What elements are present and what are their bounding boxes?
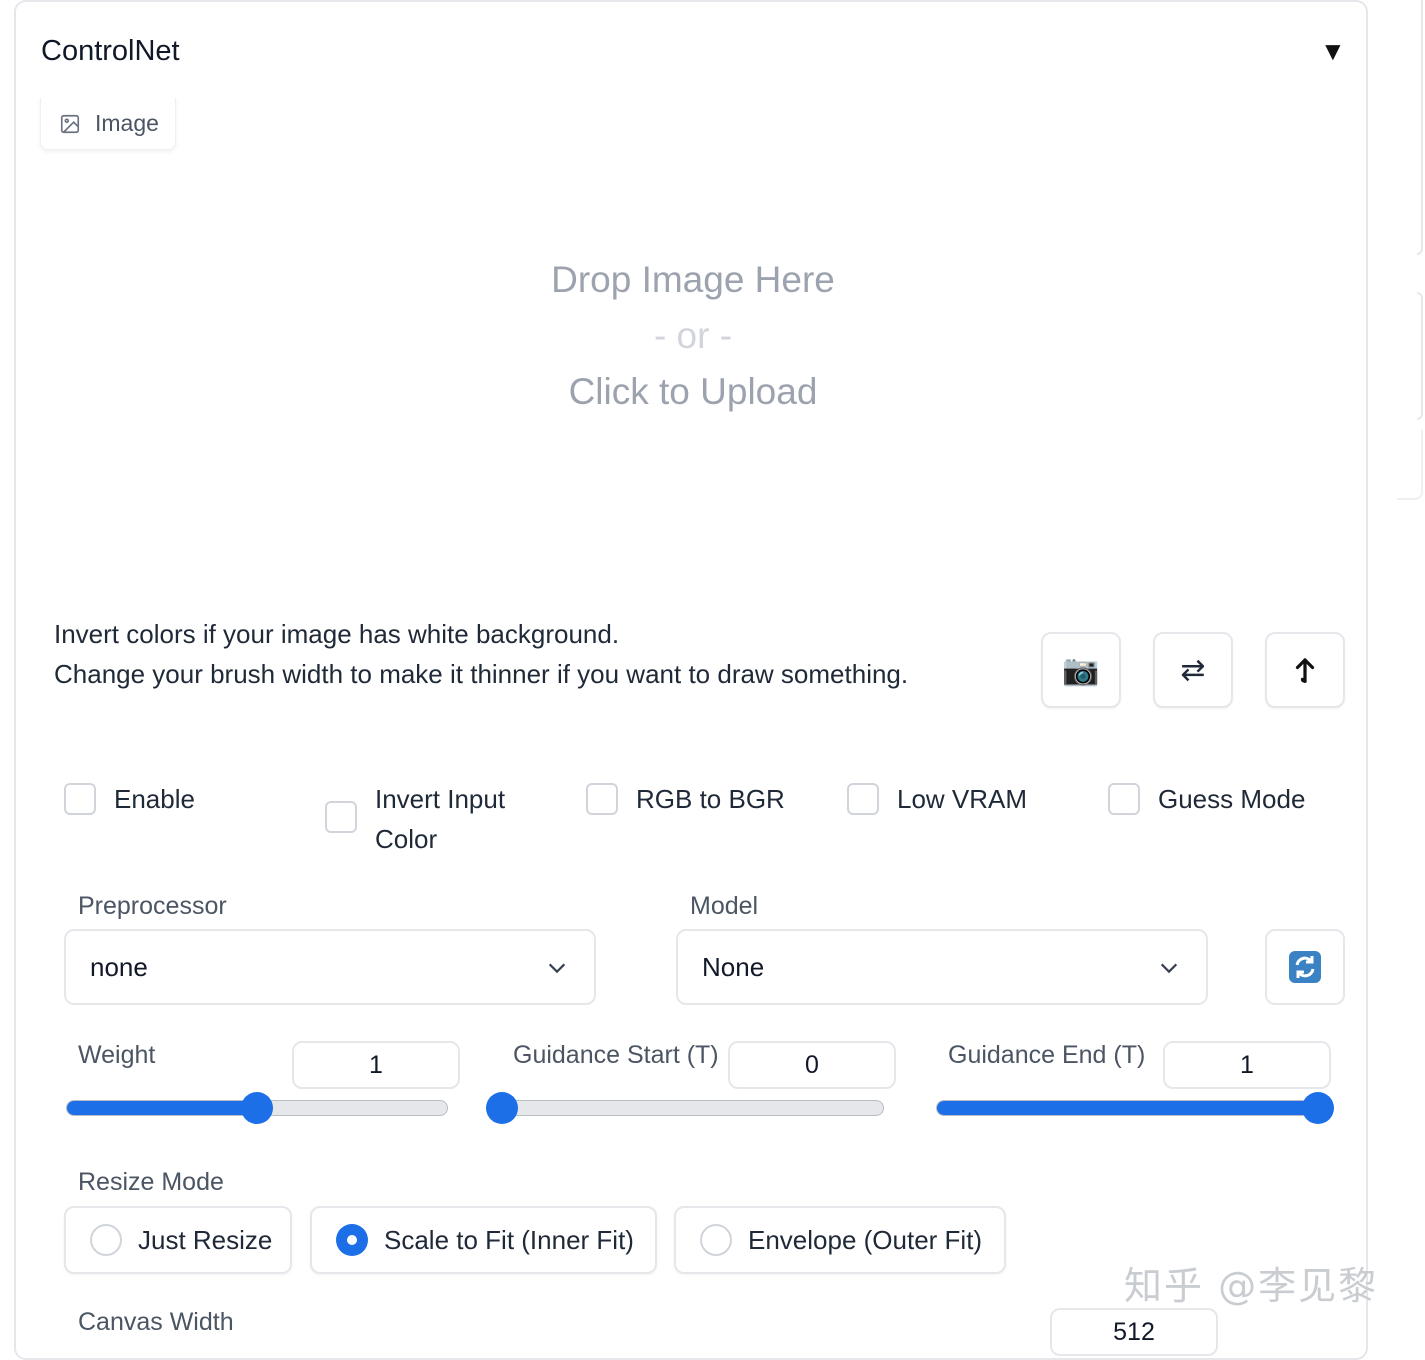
hint-text: Invert colors if your image has white ba…	[54, 619, 909, 689]
send-up-button[interactable]	[1265, 632, 1345, 708]
guidance-start-slider-handle[interactable]	[486, 1092, 518, 1124]
guidance-end-slider-handle[interactable]	[1302, 1092, 1334, 1124]
resize-mode-label: Resize Mode	[78, 1168, 224, 1196]
watermark-text: 知乎 @李见黎	[1124, 1264, 1379, 1308]
up-arrow-icon	[1295, 658, 1315, 683]
guidance-end-slider[interactable]	[936, 1100, 1320, 1116]
tab-image-label: Image	[95, 110, 159, 136]
refresh-models-button[interactable]	[1265, 929, 1345, 1005]
enable-checkbox[interactable]: Enable	[64, 779, 195, 819]
tab-image[interactable]: Image	[40, 98, 176, 150]
camera-button[interactable]: 📷	[1041, 632, 1121, 708]
camera-icon: 📷	[1062, 653, 1100, 687]
collapse-triangle-icon[interactable]: ▼	[1320, 38, 1346, 64]
chevron-down-icon	[548, 963, 566, 974]
guidance-start-label: Guidance Start (T)	[513, 1041, 719, 1069]
weight-number-input[interactable]: 1	[292, 1041, 460, 1089]
weight-label: Weight	[78, 1041, 156, 1069]
guidance-start-slider[interactable]	[500, 1100, 884, 1116]
chevron-down-icon	[1160, 963, 1178, 974]
drop-text: Drop Image Here	[551, 259, 835, 300]
guidance-end-number-input[interactable]: 1	[1163, 1041, 1331, 1089]
panel-title[interactable]: ControlNet	[41, 35, 180, 68]
right-edge-panels	[1397, 0, 1425, 1338]
preprocessor-label: Preprocessor	[78, 892, 227, 920]
preprocessor-select[interactable]: none	[64, 929, 596, 1005]
image-icon	[60, 114, 80, 133]
swap-button[interactable]: ⇄	[1153, 632, 1233, 708]
swap-arrows-icon: ⇄	[1180, 653, 1206, 687]
model-label: Model	[690, 892, 759, 920]
radio-just-resize[interactable]: Just Resize	[64, 1206, 292, 1274]
canvas-width-label: Canvas Width	[78, 1308, 234, 1336]
model-select[interactable]: None	[676, 929, 1208, 1005]
controlnet-panel: ControlNet ▼ Image Drop Image Here - or …	[14, 0, 1368, 1360]
refresh-icon	[1289, 951, 1321, 983]
radio-envelope[interactable]: Envelope (Outer Fit)	[674, 1206, 1006, 1274]
guess-mode-checkbox[interactable]: Guess Mode	[1108, 779, 1305, 819]
canvas-width-number-input[interactable]: 512	[1050, 1308, 1218, 1356]
image-dropzone[interactable]: Drop Image Here - or - Click to Upload	[16, 252, 1370, 420]
weight-slider-handle[interactable]	[241, 1092, 273, 1124]
guidance-start-number-input[interactable]: 0	[728, 1041, 896, 1089]
or-text: - or -	[653, 315, 733, 356]
click-upload-text: Click to Upload	[568, 371, 818, 412]
radio-scale-to-fit[interactable]: Scale to Fit (Inner Fit)	[310, 1206, 657, 1274]
low-vram-checkbox[interactable]: Low VRAM	[847, 779, 1027, 819]
guidance-end-label: Guidance End (T)	[948, 1041, 1146, 1069]
invert-input-color-checkbox[interactable]: Invert Input Color	[325, 779, 505, 859]
rgb-to-bgr-checkbox[interactable]: RGB to BGR	[586, 779, 785, 819]
